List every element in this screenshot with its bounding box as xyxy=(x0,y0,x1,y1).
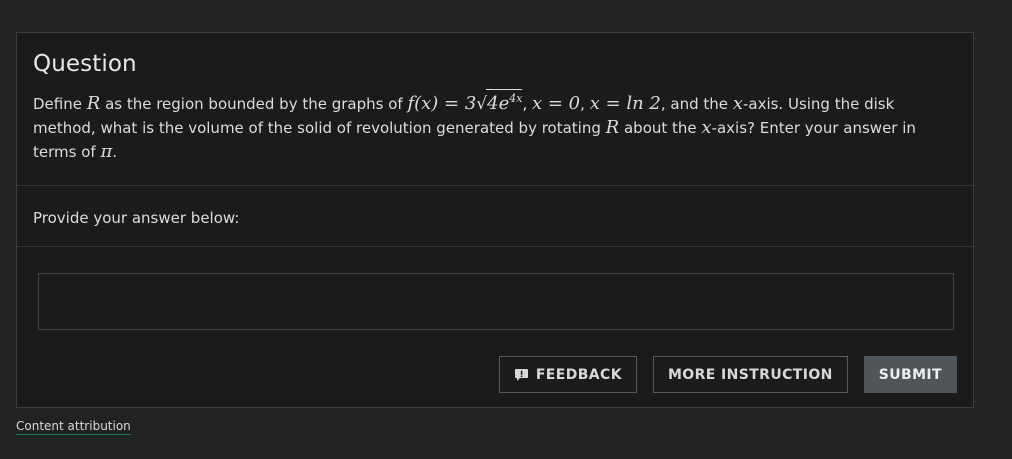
math-function: f(x) = 3√4e4x xyxy=(407,89,523,114)
content-attribution-link[interactable]: Content attribution xyxy=(16,419,131,435)
question-text: Define R as the region bounded by the gr… xyxy=(33,89,957,164)
answer-prompt-text: Provide your answer below: xyxy=(33,209,240,227)
submit-button[interactable]: SUBMIT xyxy=(863,356,957,393)
math-R: R xyxy=(605,117,620,138)
question-card: Question Define R as the region bounded … xyxy=(16,32,974,408)
question-title: Question xyxy=(33,51,137,77)
feedback-button-label: FEEDBACK xyxy=(535,366,622,383)
question-header: Question Define R as the region bounded … xyxy=(17,33,973,186)
submit-button-label: SUBMIT xyxy=(878,366,942,383)
math-R: R xyxy=(86,93,101,114)
action-buttons: FEEDBACK MORE INSTRUCTION SUBMIT xyxy=(498,356,957,393)
more-instruction-button[interactable]: MORE INSTRUCTION xyxy=(652,356,848,393)
math-x-axis: x xyxy=(732,93,743,114)
feedback-button[interactable]: FEEDBACK xyxy=(498,356,637,393)
math-x-ln2: x = ln 2 xyxy=(589,93,661,114)
feedback-icon xyxy=(514,368,529,382)
answer-input[interactable] xyxy=(38,273,954,330)
answer-prompt: Provide your answer below: xyxy=(17,186,973,247)
math-pi: π xyxy=(100,141,113,162)
math-x-axis: x xyxy=(701,117,712,138)
math-x-zero: x = 0 xyxy=(532,93,581,114)
more-instruction-label: MORE INSTRUCTION xyxy=(667,366,833,383)
answer-area xyxy=(17,247,973,330)
